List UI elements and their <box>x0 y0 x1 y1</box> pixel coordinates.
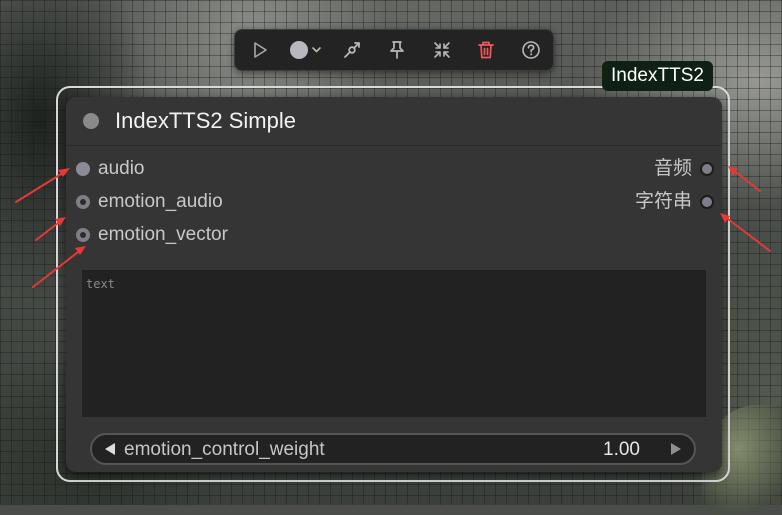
input-slot-audio[interactable]: audio <box>76 157 276 181</box>
text-input[interactable] <box>82 270 706 417</box>
input-label: emotion_vector <box>98 224 228 245</box>
pin-button[interactable] <box>385 38 409 62</box>
node-toolbar <box>234 29 554 71</box>
help-button[interactable] <box>519 38 543 62</box>
emotion-control-weight-widget[interactable]: emotion_control_weight 1.00 <box>90 433 696 465</box>
node-badge: IndexTTS2 <box>602 61 713 91</box>
output-dot-icon[interactable] <box>700 195 714 209</box>
output-slot-string[interactable]: 字符串 <box>506 190 714 214</box>
collapse-icon <box>434 42 450 58</box>
input-dot-icon[interactable] <box>76 228 90 242</box>
color-picker-button[interactable] <box>287 38 327 62</box>
node-indextts2-simple[interactable]: IndexTTS2 Simple audio emotion_audio emo… <box>66 97 722 472</box>
output-label: 字符串 <box>634 191 692 212</box>
triangle-left-icon <box>105 443 115 455</box>
chevron-down-icon <box>312 47 321 53</box>
color-circle-icon <box>290 41 308 59</box>
widget-value[interactable]: 1.00 <box>603 438 640 462</box>
increment-button[interactable] <box>666 439 686 459</box>
collapse-button[interactable] <box>430 38 454 62</box>
bypass-icon <box>344 42 360 58</box>
play-button[interactable] <box>248 38 272 62</box>
triangle-right-icon <box>671 443 681 455</box>
input-slot-emotion-vector[interactable]: emotion_vector <box>76 223 276 247</box>
output-dot-icon[interactable] <box>700 162 714 176</box>
input-dot-icon[interactable] <box>76 162 90 176</box>
play-icon <box>254 42 267 58</box>
node-header[interactable]: IndexTTS2 Simple <box>66 97 722 146</box>
delete-button[interactable] <box>474 38 498 62</box>
pin-icon <box>390 41 404 59</box>
collapse-dot-icon[interactable] <box>83 113 99 129</box>
decrement-button[interactable] <box>100 439 120 459</box>
input-dot-icon[interactable] <box>76 195 90 209</box>
help-icon <box>522 41 540 59</box>
output-label: 音频 <box>653 158 692 179</box>
trash-icon <box>478 41 494 59</box>
bypass-button[interactable] <box>340 38 364 62</box>
input-label: emotion_audio <box>98 191 223 212</box>
input-label: audio <box>98 158 145 179</box>
node-title: IndexTTS2 Simple <box>115 108 296 133</box>
output-slot-audio[interactable]: 音频 <box>506 157 714 181</box>
input-slot-emotion-audio[interactable]: emotion_audio <box>76 190 276 214</box>
widget-label: emotion_control_weight <box>124 439 325 460</box>
